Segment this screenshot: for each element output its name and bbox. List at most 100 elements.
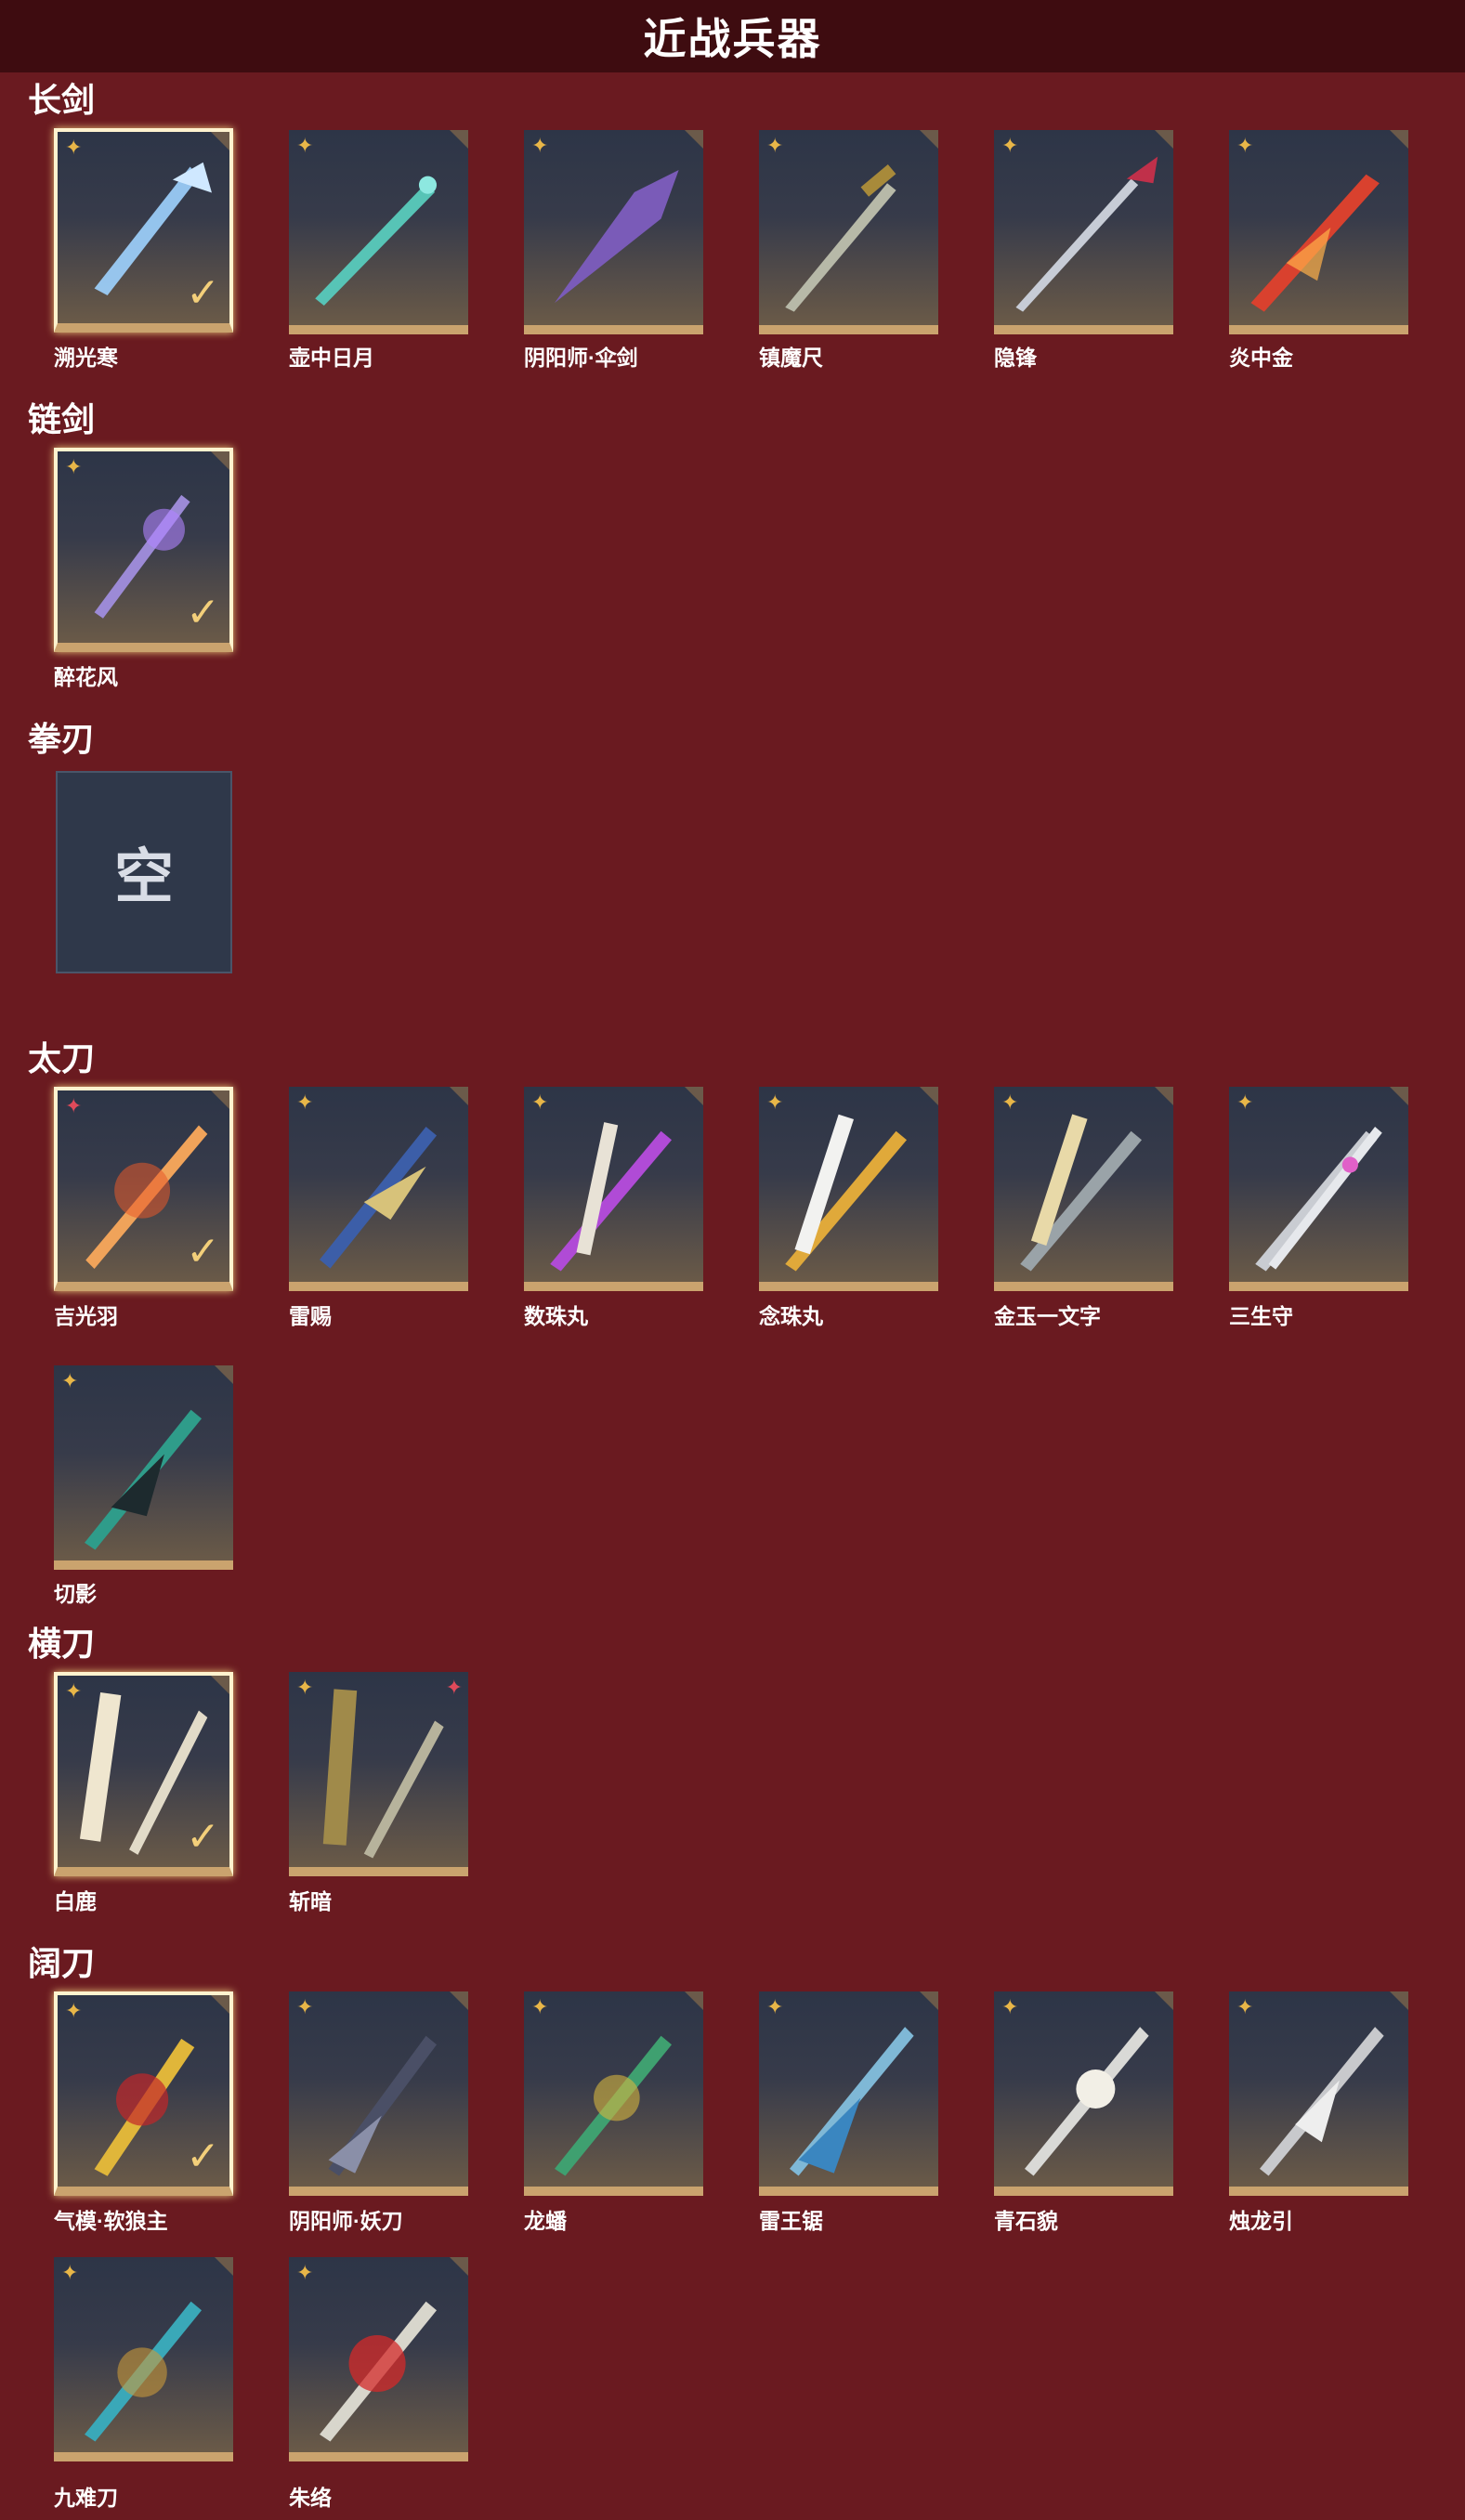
weapon-image: [315, 176, 438, 306]
section-title-long-sword: 长剑: [28, 81, 96, 119]
weapon-name: 雷王锯: [759, 2209, 823, 2233]
section-title-fist-blade: 拳刃: [28, 720, 96, 758]
weapon-image: [1250, 174, 1380, 312]
weapon-card[interactable]: ✦: [759, 1991, 938, 2196]
weapon-card[interactable]: ✦ ✓: [54, 1087, 233, 1291]
weapon-name: 朱络: [289, 2486, 332, 2510]
weapon-card[interactable]: ✦: [1229, 1087, 1408, 1291]
weapon-name: 溯光寒: [54, 346, 118, 370]
weapon-image: [1255, 1126, 1382, 1272]
weapon-name: 数珠丸: [524, 1304, 588, 1328]
page-title: 近战兵器: [643, 15, 822, 63]
star-icon: ✦: [1236, 1090, 1254, 1114]
weapon-name: 阴阳师·妖刀: [289, 2209, 403, 2233]
weapon-name: 切影: [54, 1582, 97, 1606]
weapon-name: 气模·软狼主: [54, 2209, 168, 2233]
weapon-name: 九难刀: [54, 2486, 118, 2510]
weapon-card[interactable]: ✦: [994, 130, 1173, 334]
empty-slot[interactable]: 空: [56, 771, 232, 973]
weapon-card[interactable]: ✦: [289, 1087, 468, 1291]
weapon-name: 雷赐: [289, 1304, 332, 1328]
weapon-card[interactable]: ✦ ✓: [54, 448, 233, 652]
star-icon: ✦: [65, 455, 83, 478]
weapon-name: 三生守: [1229, 1304, 1293, 1328]
weapon-card[interactable]: ✦: [759, 1087, 938, 1291]
weapon-card[interactable]: ✦: [994, 1991, 1173, 2196]
weapon-card[interactable]: ✦: [524, 1087, 703, 1291]
star-icon: ✦: [65, 1999, 83, 2022]
checkmark-icon: ✓: [186, 1814, 220, 1860]
weapon-image: [322, 1689, 444, 1859]
star-icon: ✦: [296, 2261, 314, 2284]
star-icon: ✦: [1001, 1995, 1019, 2018]
star-icon: ✦: [1236, 134, 1254, 157]
star-icon: ✦: [296, 1676, 314, 1699]
page-header: 近战兵器: [0, 0, 1465, 72]
star-icon: ✦: [531, 1995, 549, 2018]
star-icon: ✦: [1236, 1995, 1254, 2018]
star-icon: ✦: [766, 1090, 784, 1114]
weapon-card[interactable]: ✦: [759, 130, 938, 334]
weapon-name: 吉光羽: [54, 1304, 118, 1328]
weapon-card[interactable]: ✦ ✓: [54, 128, 233, 333]
star-icon: ✦: [1001, 1090, 1019, 1114]
star-icon: ✦: [65, 136, 83, 159]
weapon-card[interactable]: ✦: [1229, 1991, 1408, 2196]
star-icon: ✦: [61, 1369, 79, 1392]
empty-slot-icon: 空: [114, 843, 174, 910]
weapon-image: [785, 1114, 908, 1272]
section-title-saber: 横刀: [28, 1625, 96, 1663]
weapon-image: [1020, 1114, 1143, 1272]
section-title-chain-sword: 链剑: [28, 400, 96, 438]
star-icon: ✦: [531, 134, 549, 157]
weapon-card[interactable]: ✦: [524, 1991, 703, 2196]
weapon-card[interactable]: ✦: [54, 1365, 233, 1570]
section-title-broad-blade: 阔刀: [28, 1944, 96, 1982]
weapon-card[interactable]: ✦: [524, 130, 703, 334]
weapon-card[interactable]: ✦: [289, 2257, 468, 2461]
weapon-card[interactable]: ✦ ✓: [54, 1991, 233, 2196]
weapon-name: 念珠丸: [759, 1304, 823, 1328]
weapon-name: 壶中日月: [289, 346, 374, 370]
weapon-card[interactable]: ✦: [289, 130, 468, 334]
weapon-card[interactable]: ✦: [54, 2257, 233, 2461]
weapon-name: 阴阳师·伞剑: [524, 346, 638, 370]
weapon-name: 隐锋: [994, 346, 1037, 370]
weapon-name: 烛龙引: [1229, 2209, 1293, 2233]
star-icon: ✦: [296, 1090, 314, 1114]
weapon-image: [555, 2035, 673, 2176]
weapon-card[interactable]: ✦: [289, 1991, 468, 2196]
star-icon: ✦: [296, 134, 314, 157]
weapon-image: [85, 2301, 203, 2442]
weapon-image: [320, 2301, 438, 2442]
weapon-image: [328, 2035, 438, 2176]
weapon-card[interactable]: ✦: [1229, 130, 1408, 334]
star-icon: ✦: [1001, 134, 1019, 157]
weapon-name: 炎中金: [1229, 346, 1293, 370]
star-icon: ✦: [445, 1676, 463, 1699]
checkmark-icon: ✓: [186, 1229, 220, 1274]
weapon-name: 斩暗: [289, 1889, 332, 1913]
weapon-image: [320, 1126, 438, 1269]
star-icon: ✦: [65, 1679, 83, 1703]
weapon-image: [550, 1122, 673, 1272]
weapon-card[interactable]: ✦ ✓: [54, 1672, 233, 1876]
weapon-image: [785, 164, 896, 312]
weapon-image: [1260, 2027, 1384, 2176]
weapon-name: 青石貌: [994, 2209, 1058, 2233]
weapon-card[interactable]: ✦: [994, 1087, 1173, 1291]
section-title-tachi: 太刀: [28, 1039, 96, 1077]
star-icon: ✦: [531, 1090, 549, 1114]
weapon-image: [85, 1409, 203, 1550]
star-icon: ✦: [296, 1995, 314, 2018]
checkmark-icon: ✓: [186, 2134, 220, 2179]
weapon-name: 龙蟠: [524, 2209, 567, 2233]
weapon-image: [1025, 2027, 1149, 2176]
weapon-card[interactable]: ✦ ✦: [289, 1672, 468, 1876]
weapon-name: 金玉一文字: [994, 1304, 1101, 1328]
star-icon: ✦: [65, 1094, 83, 1117]
star-icon: ✦: [766, 134, 784, 157]
weapon-name: 镇魔尺: [759, 346, 823, 370]
weapon-name: 醉花风: [54, 665, 118, 689]
weapon-name: 白鹿: [54, 1889, 97, 1913]
